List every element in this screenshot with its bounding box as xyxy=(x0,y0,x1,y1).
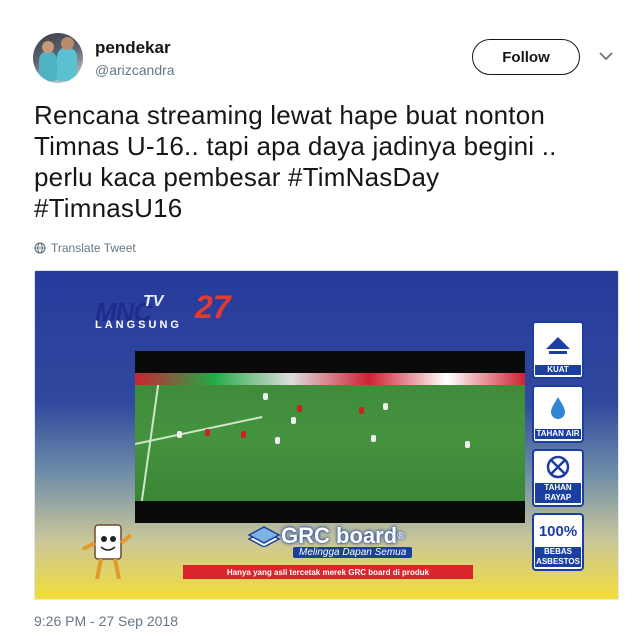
grc-brand-mark: ® xyxy=(397,530,405,542)
product-badges: KUAT TAHAN AIR TAHAN RAYAP 100% BEBAS AS… xyxy=(532,321,586,577)
player xyxy=(383,403,388,410)
badge-kuat: KUAT xyxy=(532,321,584,379)
grc-stack-icon xyxy=(247,526,281,547)
player xyxy=(465,441,470,448)
badge-caption: BEBAS ASBESTOS xyxy=(535,547,581,567)
no-termite-icon xyxy=(546,455,570,479)
avatar-head-left xyxy=(42,41,54,53)
tweet-timestamp[interactable]: 9:26 PM - 27 Sep 2018 xyxy=(34,613,178,629)
author-handle[interactable]: @arizcandra xyxy=(95,62,175,78)
chevron-down-icon[interactable] xyxy=(598,50,614,62)
badge-caption: KUAT xyxy=(535,365,581,375)
author-name[interactable]: pendekar xyxy=(95,38,171,58)
football-pitch xyxy=(135,373,525,501)
avatar[interactable] xyxy=(33,33,83,83)
tweet-line: perlu kaca pembesar #TimNasDay xyxy=(34,162,440,192)
channel-logo-number: 27 xyxy=(195,289,231,325)
hammer-icon xyxy=(546,337,570,354)
badge-caption: TAHAN RAYAP xyxy=(535,483,581,503)
badge-tahan-air: TAHAN AIR xyxy=(532,385,584,443)
channel-logo-tv: TV xyxy=(143,293,164,310)
player xyxy=(371,435,376,442)
translate-tweet-link[interactable]: Translate Tweet xyxy=(34,241,136,255)
badge-tahan-rayap: TAHAN RAYAP xyxy=(532,449,584,507)
grc-banner: Hanya yang asli tercetak merek GRC board… xyxy=(183,565,473,579)
tweet-line: Timnas U-16.. tapi apa daya jadinya begi… xyxy=(34,131,557,161)
tweet-text: Rencana streaming lewat hape buat nonton… xyxy=(34,100,624,224)
tweet-line: #TimnasU16 xyxy=(34,193,183,223)
tweet-line: Rencana streaming lewat hape buat nonton xyxy=(34,100,546,130)
video-frame xyxy=(135,351,525,523)
badge-caption: TAHAN AIR xyxy=(535,429,581,439)
player xyxy=(263,393,268,400)
player xyxy=(241,431,246,438)
mascot-illustration xyxy=(82,524,133,580)
globe-icon xyxy=(34,242,46,254)
player xyxy=(205,429,210,436)
grc-brand: GRC board xyxy=(281,523,398,548)
translate-label: Translate Tweet xyxy=(51,241,136,255)
live-label: LANGSUNG xyxy=(95,319,182,331)
player xyxy=(275,437,280,444)
player xyxy=(297,405,302,412)
player xyxy=(177,431,182,438)
player xyxy=(359,407,364,414)
avatar-person-right xyxy=(57,47,77,81)
badge-value: 100% xyxy=(538,522,578,540)
grc-logo: GRC board ® xyxy=(247,523,405,549)
player xyxy=(291,417,296,424)
water-drop-icon xyxy=(551,397,565,419)
tweet-media-image[interactable]: MNC TV 27 LANGSUNG KUAT TAHAN AIR TAHAN … xyxy=(34,270,619,600)
avatar-person-left xyxy=(39,51,57,81)
badge-bebas-asbestos: 100% BEBAS ASBESTOS xyxy=(532,513,584,571)
follow-button[interactable]: Follow xyxy=(472,39,580,75)
grc-slogan: Melingga Dapan Semua xyxy=(293,547,413,558)
avatar-head-right xyxy=(61,37,74,50)
stadium-adboard xyxy=(135,373,525,385)
